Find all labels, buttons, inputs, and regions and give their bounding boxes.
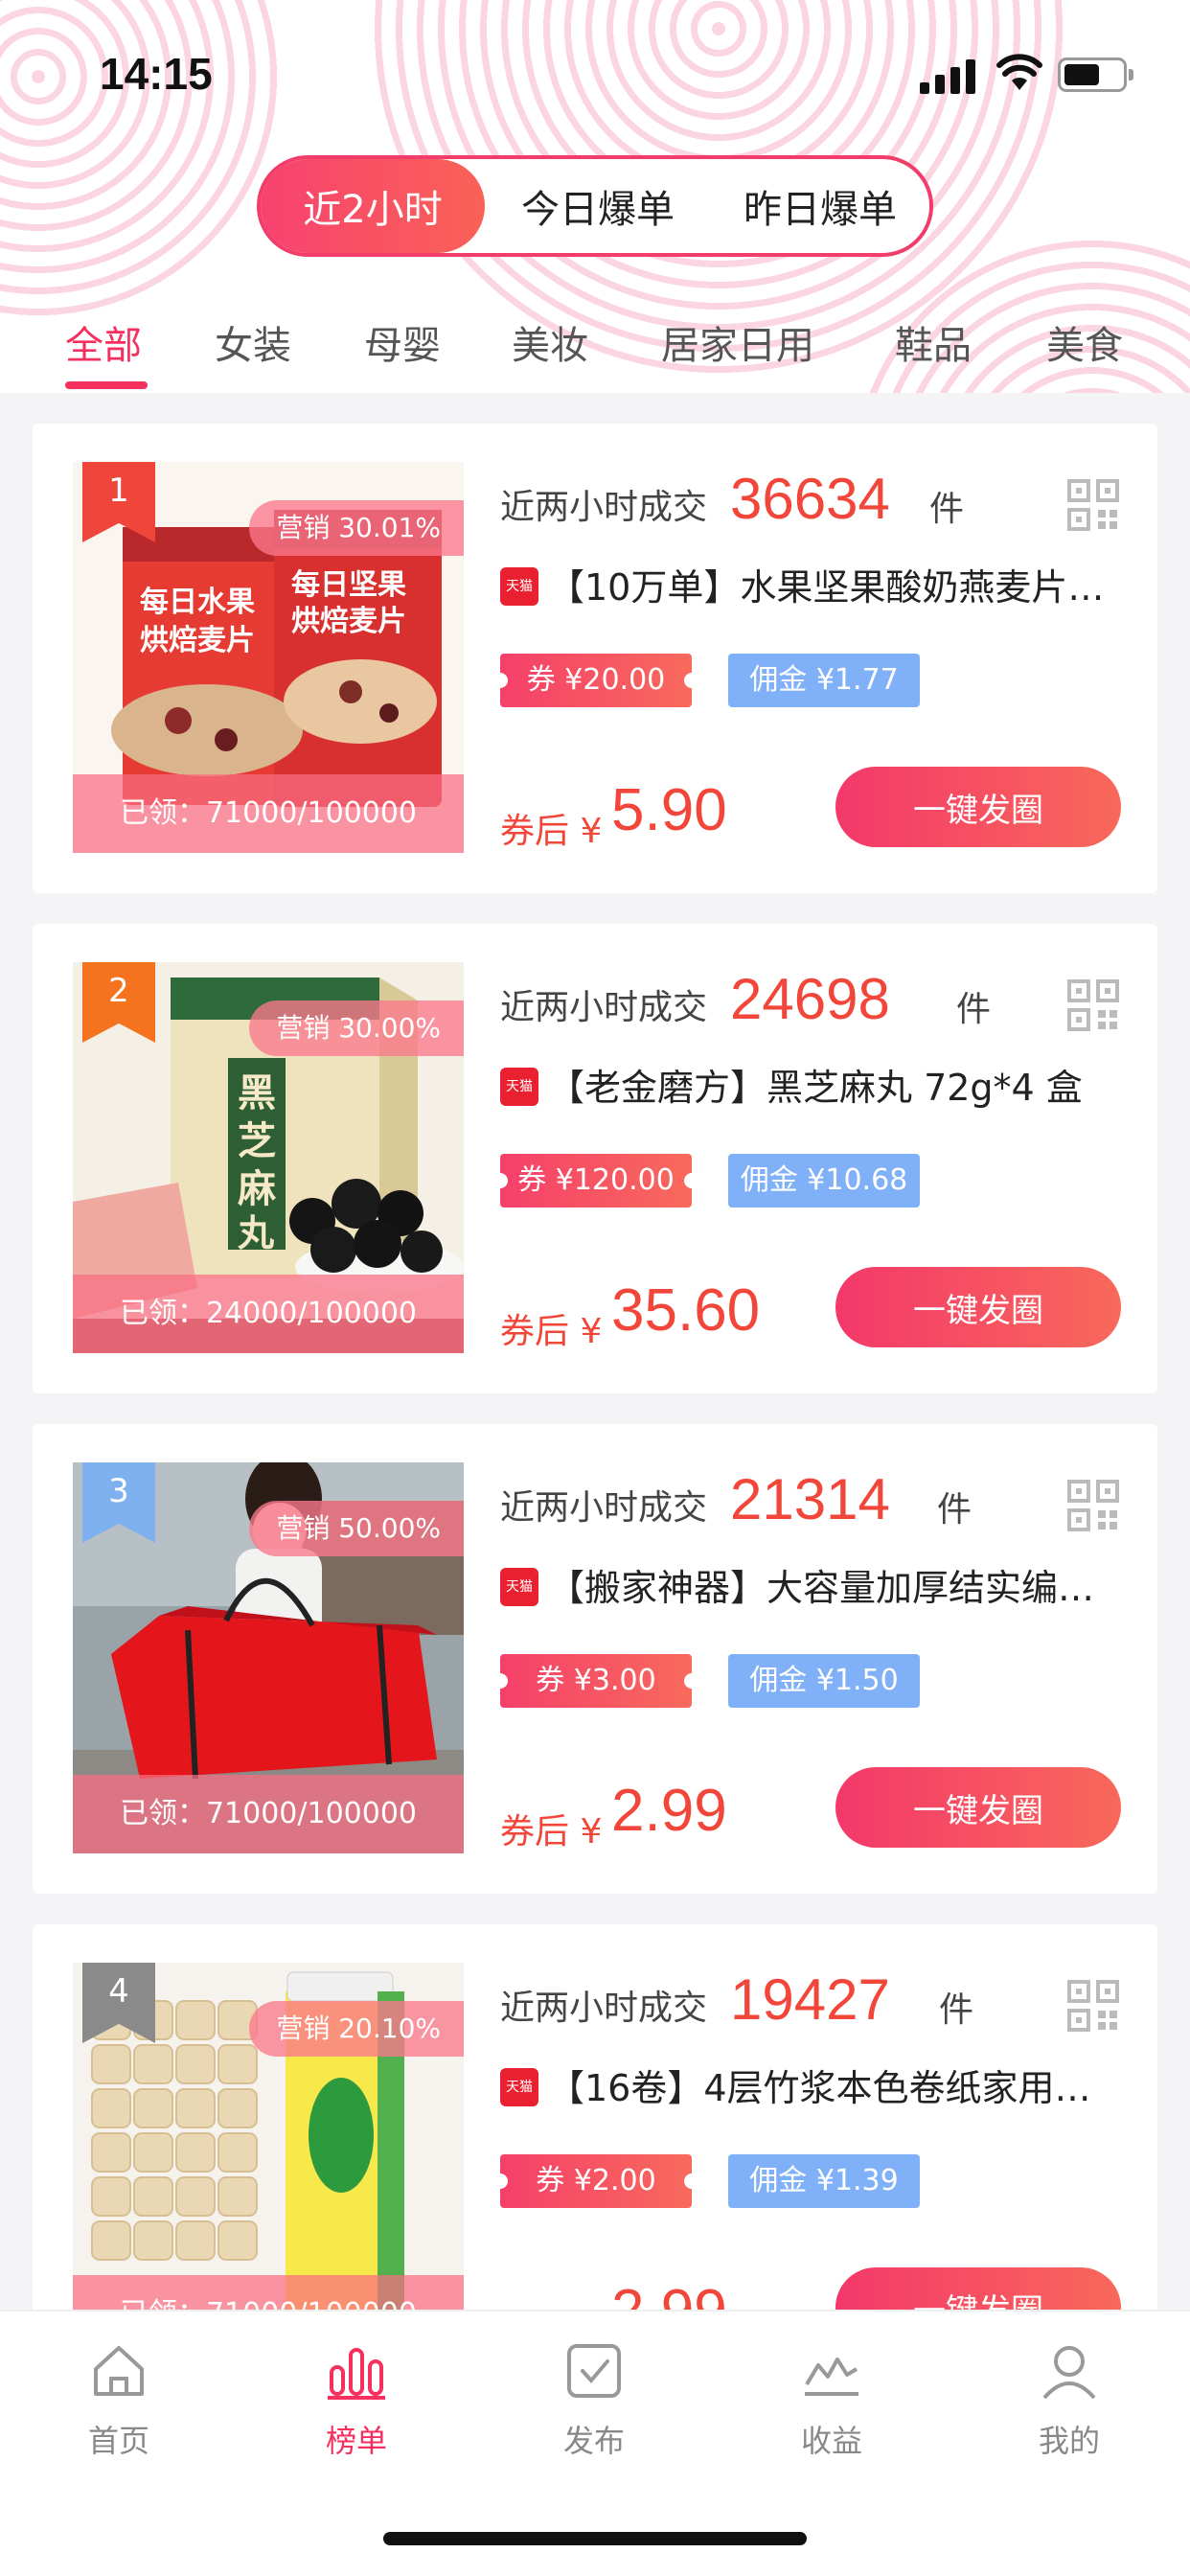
after-coupon-label: 券后 ¥: [500, 812, 603, 851]
category-all[interactable]: 全部: [65, 314, 142, 370]
qr-code-icon[interactable]: [1067, 479, 1119, 531]
nav-ranking-label: 榜单: [325, 2423, 387, 2459]
coupon-tag: 券 ¥20.00: [492, 654, 699, 707]
category-beauty[interactable]: 美妆: [512, 314, 588, 370]
nav-profile-label: 我的: [1038, 2423, 1100, 2459]
coupon-tag: 券 ¥3.00: [492, 1654, 699, 1708]
sold-count: 19427: [730, 1967, 890, 2032]
tmall-badge: 天猫: [500, 2068, 538, 2106]
after-coupon-label: 券后 ¥: [500, 1312, 603, 1351]
svg-text:麻: 麻: [238, 1167, 276, 1211]
category-tabs: 全部 女装 母婴 美妆 居家日用 鞋品 美食: [0, 307, 1190, 393]
tab-recent-2h[interactable]: 近2小时: [261, 159, 485, 253]
chart-bar-icon: [328, 2348, 385, 2400]
one-click-share-button[interactable]: 一键发圈: [835, 1267, 1121, 1347]
claimed-progress: 已领：24000/100000: [73, 1275, 464, 1353]
tab-today-hot[interactable]: 今日爆单: [485, 159, 711, 253]
nav-ranking[interactable]: 榜单: [280, 2340, 433, 2461]
marketing-badge: 营销 30.01%: [249, 500, 464, 556]
publish-check-icon: [567, 2344, 621, 2398]
claimed-progress: 已领：71000/100000: [73, 1775, 464, 1853]
svg-text:芝: 芝: [238, 1119, 276, 1163]
cellular-signal-icon: [920, 58, 975, 94]
svg-text:每日坚果: 每日坚果: [291, 568, 406, 602]
commission-tag: 佣金 ¥1.77: [728, 654, 920, 707]
product-card[interactable]: 每日水果 烘焙麦片 每日坚果 烘焙麦片 1 营销 30.01% 已领：71000…: [33, 424, 1157, 893]
one-click-share-button[interactable]: 一键发圈: [835, 767, 1121, 847]
wifi-icon: [996, 54, 1042, 90]
svg-text:烘焙麦片: 烘焙麦片: [140, 624, 255, 657]
nav-profile[interactable]: 我的: [993, 2340, 1146, 2461]
commission-tag: 佣金 ¥1.50: [728, 1654, 920, 1708]
product-title[interactable]: 【老金磨方】黑芝麻丸 72g*4 盒: [548, 1058, 1123, 1111]
active-category-indicator: [65, 381, 148, 389]
sold-label: 近两小时成交: [500, 988, 708, 1027]
sold-count: 21314: [730, 1467, 890, 1531]
marketing-badge: 营销 50.00%: [249, 1501, 464, 1556]
home-indicator: [383, 2532, 807, 2545]
product-card[interactable]: 黑 芝 麻 丸 2 营销 30.00% 已领：24000/100000 近两小时…: [33, 924, 1157, 1393]
nav-earnings-label: 收益: [800, 2423, 862, 2459]
qr-code-icon[interactable]: [1067, 979, 1119, 1031]
product-title[interactable]: 【搬家神器】大容量加厚结实编织袋收纳袋: [548, 1558, 1123, 1611]
qr-code-icon[interactable]: [1067, 1980, 1119, 2032]
status-time: 14:15: [100, 49, 213, 99]
category-shoes[interactable]: 鞋品: [895, 314, 972, 370]
sold-label: 近两小时成交: [500, 488, 708, 527]
nav-publish[interactable]: 发布: [517, 2340, 671, 2461]
marketing-badge: 营销 20.10%: [249, 2001, 464, 2057]
nav-earnings[interactable]: 收益: [755, 2340, 908, 2461]
earnings-line-icon: [805, 2358, 858, 2396]
product-image[interactable]: 3 营销 50.00% 已领：71000/100000: [73, 1462, 464, 1853]
one-click-share-button[interactable]: 一键发圈: [835, 1767, 1121, 1848]
status-bar: 14:15: [0, 0, 1190, 144]
category-baby[interactable]: 母婴: [364, 314, 441, 370]
profile-icon: [1042, 2346, 1096, 2400]
home-icon: [94, 2346, 144, 2396]
header: 14:15 近2小时 今日爆单 昨日爆单 全部 女装 母婴 美妆 居家日用 鞋品…: [0, 0, 1190, 393]
claimed-progress: 已领：71000/100000: [73, 774, 464, 853]
sold-unit: 件: [937, 1490, 973, 1530]
sold-unit: 件: [939, 1990, 974, 2030]
svg-text:丸: 丸: [237, 1212, 274, 1254]
qr-code-icon[interactable]: [1067, 1480, 1119, 1531]
tmall-badge: 天猫: [500, 1568, 538, 1606]
product-title[interactable]: 【16卷】4层竹浆本色卷纸家用实惠装: [548, 2058, 1123, 2111]
product-image[interactable]: 黑 芝 麻 丸 2 营销 30.00% 已领：24000/100000: [73, 962, 464, 1353]
nav-publish-label: 发布: [562, 2423, 625, 2459]
svg-text:黑: 黑: [238, 1071, 276, 1116]
after-coupon-label: 券后 ¥: [500, 1812, 603, 1852]
battery-icon: [1058, 58, 1133, 92]
product-image[interactable]: 4 营销 20.10% 已领：71000/100000: [73, 1963, 464, 2354]
coupon-tag: 券 ¥120.00: [492, 1154, 699, 1208]
nav-home[interactable]: 首页: [42, 2340, 195, 2461]
category-food[interactable]: 美食: [1046, 314, 1123, 370]
sold-unit: 件: [929, 490, 965, 529]
sold-label: 近两小时成交: [500, 1488, 708, 1528]
commission-tag: 佣金 ¥10.68: [728, 1154, 920, 1208]
after-coupon-price: 35.60: [611, 1277, 761, 1344]
category-home[interactable]: 居家日用: [661, 314, 814, 370]
tmall-badge: 天猫: [500, 1068, 538, 1106]
product-image[interactable]: 每日水果 烘焙麦片 每日坚果 烘焙麦片 1 营销 30.01% 已领：71000…: [73, 462, 464, 853]
product-card[interactable]: 3 营销 50.00% 已领：71000/100000 近两小时成交 21314…: [33, 1424, 1157, 1894]
sold-label: 近两小时成交: [500, 1989, 708, 2028]
after-coupon-price: 2.99: [611, 1778, 727, 1844]
after-coupon-price: 5.90: [611, 777, 727, 843]
sold-count: 36634: [730, 467, 890, 531]
sold-count: 24698: [730, 967, 890, 1031]
tab-yesterday-hot[interactable]: 昨日爆单: [711, 159, 929, 253]
period-tabs: 近2小时 今日爆单 昨日爆单: [257, 155, 933, 257]
svg-text:每日水果: 每日水果: [140, 586, 255, 619]
commission-tag: 佣金 ¥1.39: [728, 2154, 920, 2208]
coupon-tag: 券 ¥2.00: [492, 2154, 699, 2208]
tmall-badge: 天猫: [500, 567, 538, 606]
product-title[interactable]: 【10万单】水果坚果酸奶燕麦片早餐麦片: [548, 558, 1123, 610]
sold-unit: 件: [956, 990, 992, 1029]
nav-home-label: 首页: [87, 2423, 149, 2459]
marketing-badge: 营销 30.00%: [249, 1000, 464, 1056]
svg-text:烘焙麦片: 烘焙麦片: [291, 605, 406, 638]
category-womens[interactable]: 女装: [215, 314, 291, 370]
